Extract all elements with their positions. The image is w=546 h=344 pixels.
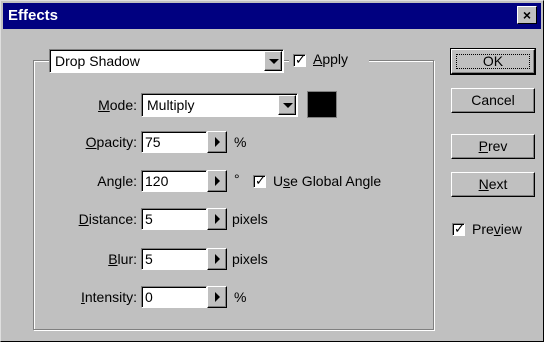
close-icon: ×: [522, 7, 532, 23]
window-title: Effects: [8, 7, 59, 24]
opacity-input[interactable]: 75: [141, 131, 207, 153]
next-label: Next: [478, 176, 508, 192]
chevron-right-icon: [215, 176, 220, 186]
preview-label: Preview: [472, 221, 522, 237]
use-global-angle-checkbox[interactable]: ✓: [253, 173, 266, 188]
apply-option[interactable]: ✓ Apply: [289, 49, 369, 71]
blur-label: Blur:: [108, 251, 137, 267]
distance-input[interactable]: 5: [141, 208, 207, 230]
use-global-angle-label: Use Global Angle: [273, 173, 382, 189]
chevron-right-icon: [215, 214, 220, 224]
angle-input[interactable]: 120: [141, 170, 207, 192]
dropdown-button[interactable]: [264, 51, 282, 71]
intensity-value: 0: [145, 289, 153, 305]
chevron-right-icon: [215, 137, 220, 147]
apply-checkbox[interactable]: ✓: [293, 52, 306, 67]
intensity-input[interactable]: 0: [141, 286, 207, 308]
focus-ring: [456, 54, 530, 69]
angle-slider-button[interactable]: [207, 170, 227, 192]
checkmark-icon: ✓: [255, 173, 266, 188]
blur-slider-button[interactable]: [207, 248, 227, 270]
angle-unit: °: [234, 171, 240, 187]
distance-unit: pixels: [232, 211, 268, 227]
distance-label: Distance:: [78, 211, 137, 227]
preview-checkbox[interactable]: ✓: [452, 221, 465, 236]
apply-label: Apply: [313, 51, 349, 67]
intensity-unit: %: [234, 289, 247, 305]
title-bar[interactable]: Effects ×: [3, 3, 541, 29]
effects-dialog: Effects × Drop Shadow ✓ Apply Mode: Mult…: [0, 0, 544, 342]
shadow-color-swatch[interactable]: [307, 91, 337, 118]
ok-button[interactable]: OK: [450, 48, 536, 75]
cancel-label: Cancel: [471, 92, 515, 108]
mode-select[interactable]: Multiply: [141, 93, 298, 117]
blur-unit: pixels: [232, 251, 268, 267]
chevron-right-icon: [215, 254, 220, 264]
prev-button[interactable]: Prev: [451, 134, 535, 159]
cancel-button[interactable]: Cancel: [451, 88, 535, 113]
close-button[interactable]: ×: [517, 6, 537, 24]
effect-type-select[interactable]: Drop Shadow: [49, 49, 284, 73]
checkmark-icon: ✓: [454, 221, 465, 236]
next-button[interactable]: Next: [451, 172, 535, 197]
opacity-label: Opacity:: [85, 134, 137, 150]
blur-input[interactable]: 5: [141, 248, 207, 270]
intensity-slider-button[interactable]: [207, 286, 227, 308]
opacity-value: 75: [145, 134, 161, 150]
angle-value: 120: [145, 173, 169, 189]
mode-label: Mode:: [98, 97, 137, 113]
mode-value: Multiply: [147, 97, 195, 113]
blur-value: 5: [145, 251, 153, 267]
prev-label: Prev: [478, 138, 508, 154]
distance-value: 5: [145, 211, 153, 227]
chevron-right-icon: [215, 292, 220, 302]
effect-type-value: Drop Shadow: [55, 53, 140, 69]
distance-slider-button[interactable]: [207, 208, 227, 230]
opacity-slider-button[interactable]: [207, 131, 227, 153]
chevron-down-icon: [283, 103, 293, 108]
opacity-unit: %: [234, 134, 247, 150]
mode-dropdown-button[interactable]: [278, 95, 296, 115]
angle-label: Angle:: [97, 173, 137, 189]
intensity-label: Intensity:: [80, 289, 137, 305]
chevron-down-icon: [269, 59, 279, 64]
checkmark-icon: ✓: [295, 52, 306, 67]
